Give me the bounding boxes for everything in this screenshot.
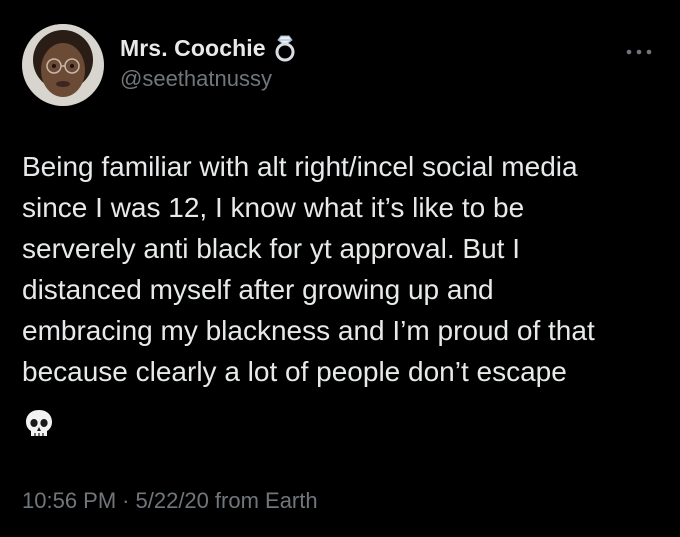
author-name-row: Mrs. Coochie [120,34,298,62]
tweet-source: from Earth [214,488,318,513]
skull-icon [24,408,54,440]
tweet-text: Being familiar with alt right/incel soci… [22,151,595,387]
avatar[interactable] [22,24,104,106]
tweet-date[interactable]: 5/22/20 [136,488,209,514]
ring-icon [272,34,298,62]
avatar-photo [22,24,104,106]
author-handle[interactable]: @seethatnussy [120,66,272,92]
more-horizontal-icon[interactable] [624,44,654,55]
tweet-card: Mrs. Coochie @seethatnussy Being familia… [0,0,680,537]
meta-separator: · [122,488,130,513]
tweet-meta: 10:56 PM · 5/22/20 from Earth [22,488,318,514]
tweet-time[interactable]: 10:56 PM [22,488,116,514]
author-display-name[interactable]: Mrs. Coochie [120,35,266,62]
